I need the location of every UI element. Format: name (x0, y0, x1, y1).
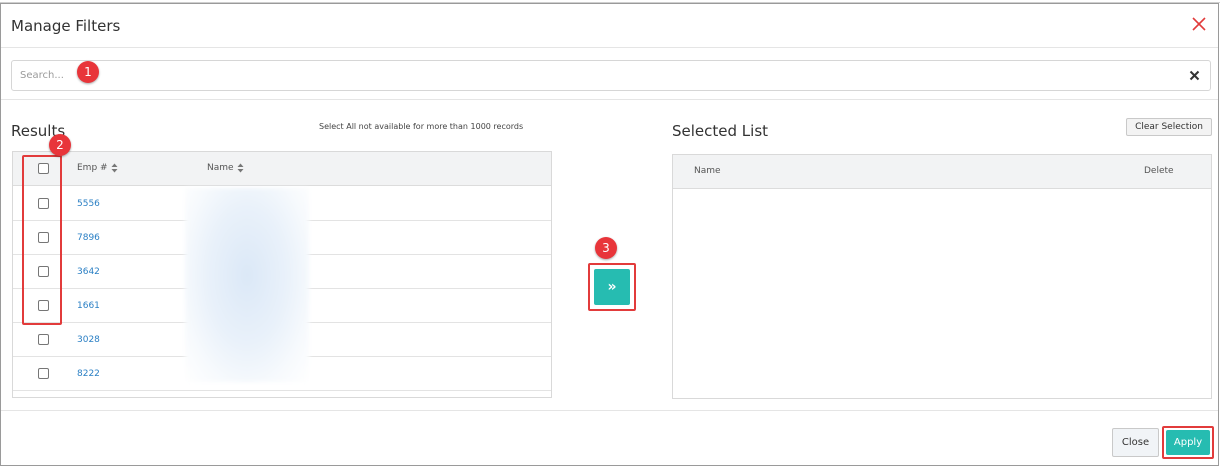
footer-divider (1, 410, 1218, 411)
double-chevron-right-icon: » (607, 279, 617, 295)
move-to-selected-button[interactable]: » (594, 269, 630, 305)
dialog-title: Manage Filters (11, 17, 121, 35)
dialog-header: Manage Filters (1, 4, 1218, 48)
step-marker-2: 2 (49, 134, 71, 156)
results-table-header: Emp # Name (13, 152, 551, 186)
emp-number-link[interactable]: 5556 (77, 199, 100, 209)
close-icon[interactable] (1190, 15, 1208, 33)
step-marker-1: 1 (77, 61, 99, 83)
row-checkbox[interactable] (38, 198, 49, 209)
name-column-header[interactable]: Name (207, 163, 244, 173)
row-checkbox[interactable] (38, 334, 49, 345)
row-checkbox[interactable] (38, 232, 49, 243)
name-column-label: Name (207, 163, 234, 173)
row-checkbox[interactable] (38, 266, 49, 277)
emp-number-link[interactable]: 7896 (77, 233, 100, 243)
selected-table-header: Name Delete (673, 155, 1211, 189)
redacted-names (185, 188, 309, 382)
selected-name-column-label: Name (694, 166, 721, 176)
close-button[interactable]: Close (1112, 428, 1159, 457)
search-box (11, 60, 1211, 91)
selected-list-table: Name Delete (672, 154, 1212, 399)
select-all-note: Select All not available for more than 1… (319, 122, 524, 131)
emp-number-link[interactable]: 3642 (77, 267, 100, 277)
emp-number-link[interactable]: 3028 (77, 335, 100, 345)
select-all-checkbox[interactable] (38, 163, 49, 174)
selected-list-heading: Selected List (672, 122, 769, 140)
clear-search-icon[interactable] (1189, 70, 1200, 81)
row-checkbox[interactable] (38, 368, 49, 379)
manage-filters-dialog: Manage Filters Results Select All not av… (0, 3, 1219, 466)
selected-delete-column-label: Delete (1144, 166, 1174, 176)
emp-column-label: Emp # (77, 163, 108, 173)
emp-column-header[interactable]: Emp # (77, 163, 118, 173)
emp-number-link[interactable]: 8222 (77, 369, 100, 379)
sort-icon (237, 163, 244, 173)
clear-selection-button[interactable]: Clear Selection (1126, 118, 1212, 136)
sort-icon (111, 163, 118, 173)
row-checkbox[interactable] (38, 300, 49, 311)
step-marker-3: 3 (595, 237, 617, 259)
apply-button[interactable]: Apply (1166, 430, 1210, 455)
search-input[interactable] (12, 61, 1182, 90)
divider (1, 99, 1218, 100)
emp-number-link[interactable]: 1661 (77, 301, 100, 311)
